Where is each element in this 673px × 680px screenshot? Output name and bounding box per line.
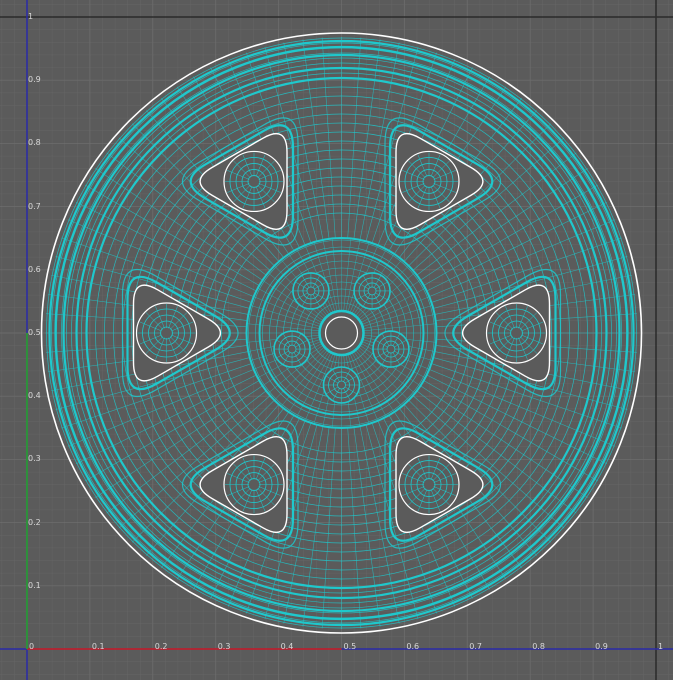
rim-radial	[283, 426, 324, 624]
rim-radial	[359, 42, 400, 240]
uv-viewport[interactable]: 0 0.1 0.2 0.3 0.4 0.5 0.6 0.7 0.8 0.9 1 0.1 0.2 0.3 0.…	[0, 0, 673, 680]
uv-shell-wheel[interactable]	[0, 0, 673, 680]
wheel-wireframe	[40, 32, 643, 634]
center-bore-edge	[324, 316, 359, 350]
rim-radial	[359, 426, 400, 624]
rim-radial	[283, 42, 324, 240]
